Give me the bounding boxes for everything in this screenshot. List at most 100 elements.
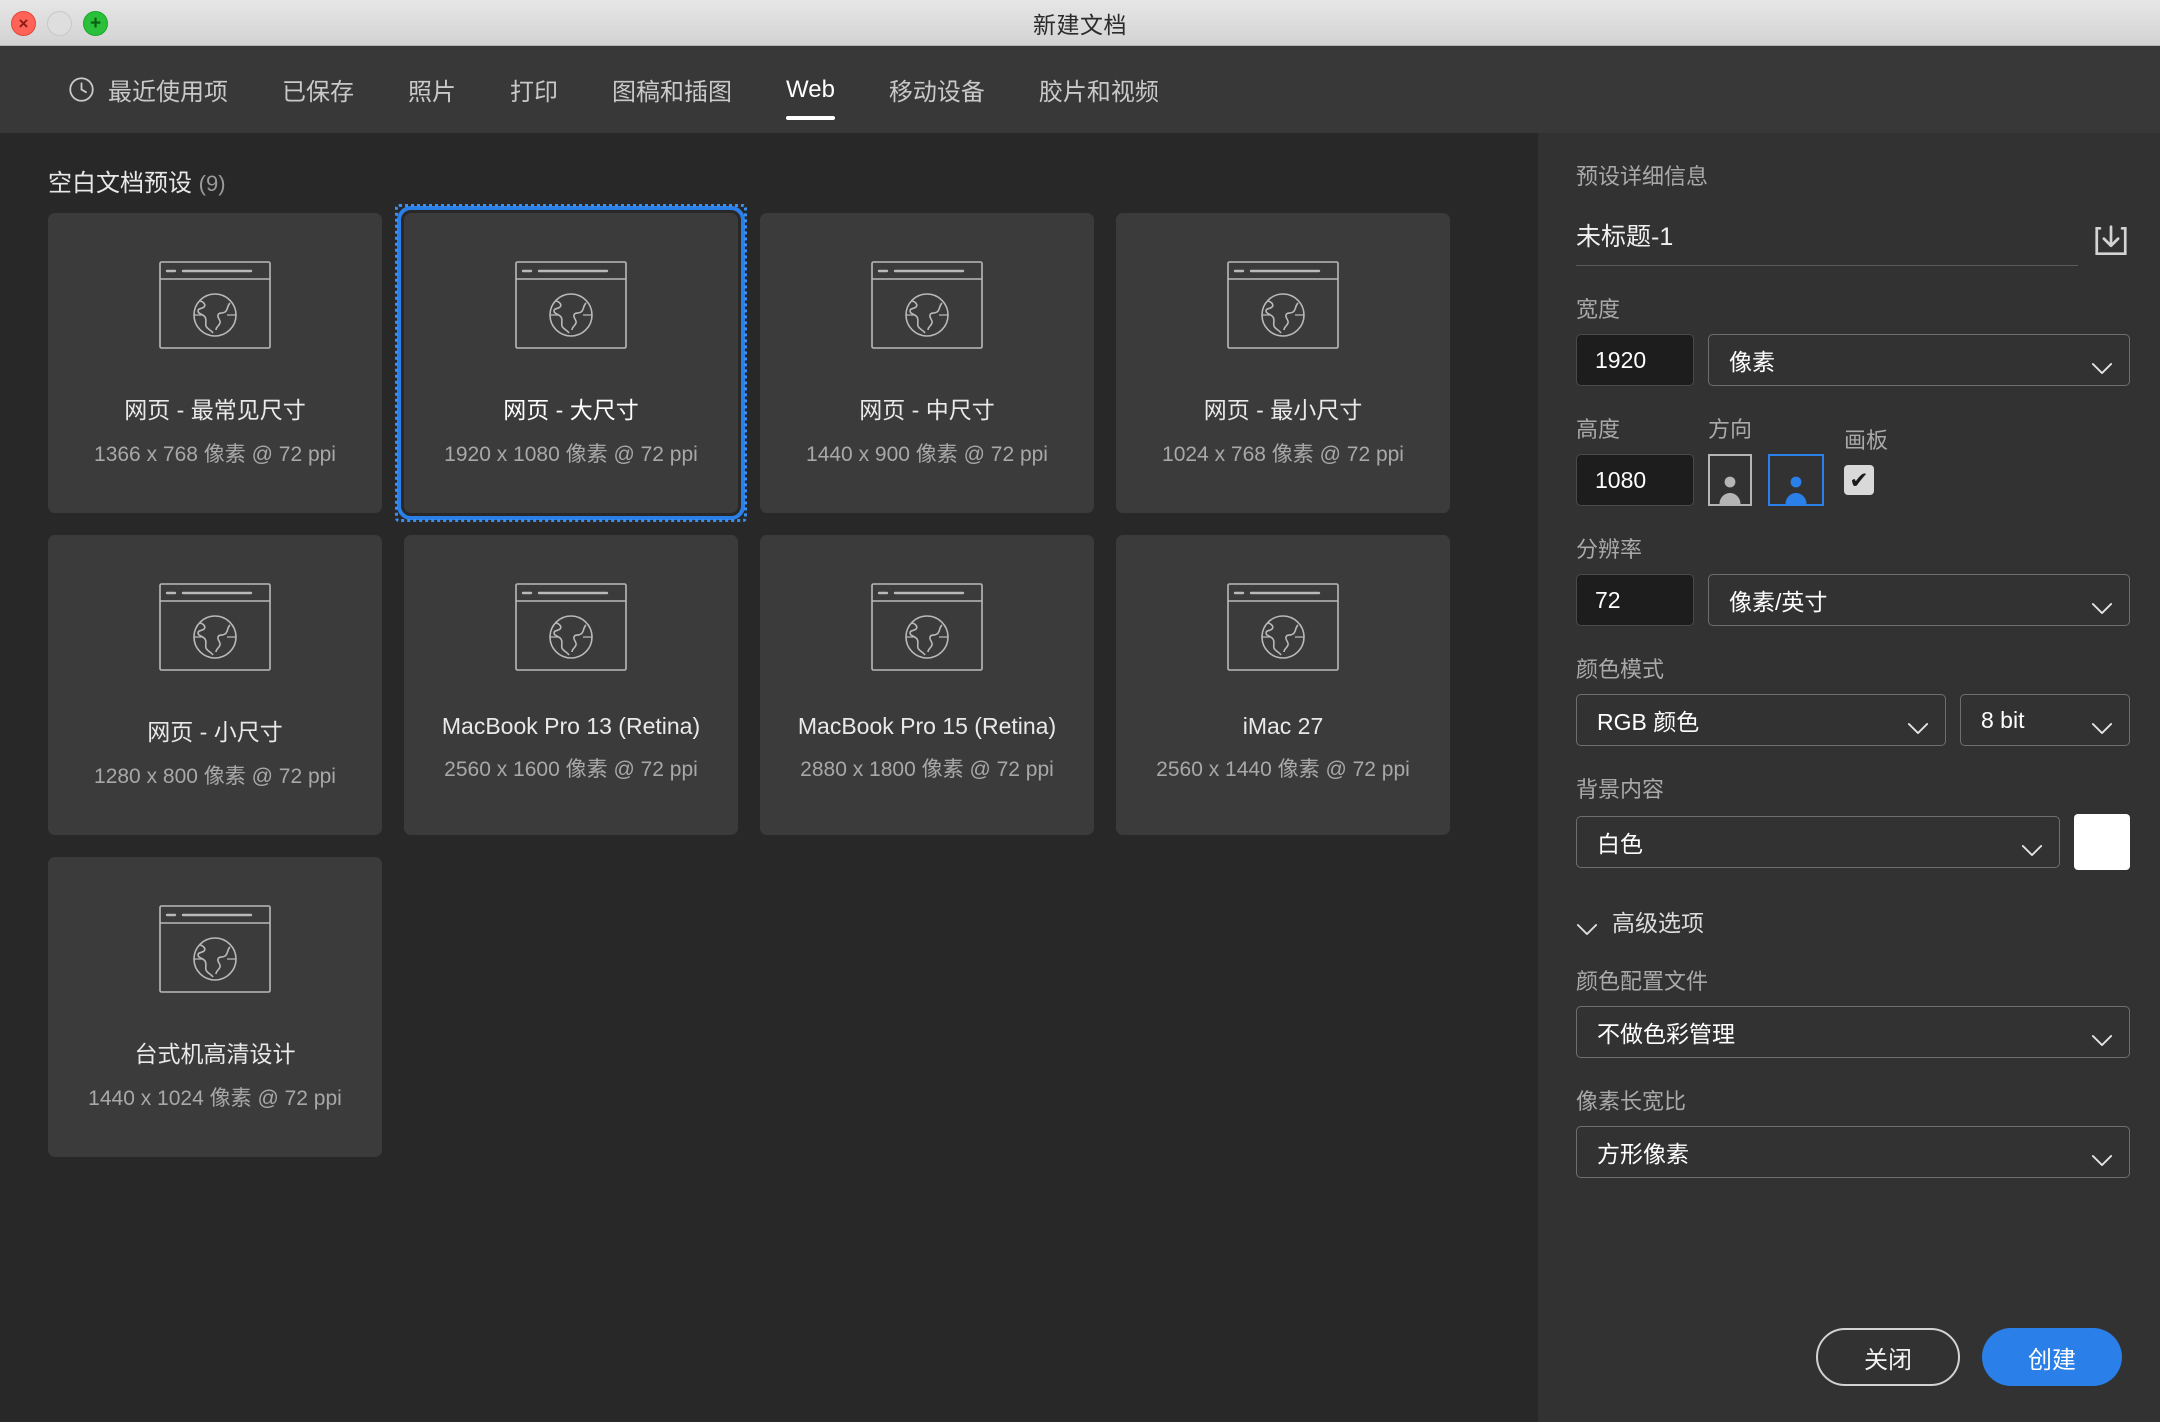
preset-card[interactable]: MacBook Pro 13 (Retina) 2560 x 1600 像素 @ … [404, 535, 738, 835]
preset-card-dimensions: 1440 x 900 像素 @ 72 ppi [806, 438, 1048, 468]
preset-browser: 空白文档预设 (9) 网页 - 最常见尺寸1366 x 768 像素 @ 72 … [0, 133, 1538, 1422]
web-page-thumbnail-icon [159, 905, 271, 993]
clock-icon [68, 76, 95, 103]
tab-active-underline [786, 116, 835, 120]
width-row: 1920 像素 [1576, 334, 2130, 386]
width-label: 宽度 [1576, 292, 2130, 324]
web-page-thumbnail-icon [159, 261, 271, 349]
background-contents-row: 白色 [1576, 814, 2130, 870]
close-button[interactable]: 关闭 [1816, 1328, 1960, 1386]
pixel-aspect-ratio-value: 方形像素 [1597, 1135, 1689, 1169]
orientation-label: 方向 [1708, 412, 1844, 444]
color-mode-row: RGB 颜色 8 bit [1576, 694, 2130, 746]
chevron-down-icon [2091, 1146, 2113, 1159]
tab-label: 照片 [408, 72, 456, 107]
bit-depth-value: 8 bit [1981, 707, 2024, 734]
portrait-icon [1716, 470, 1744, 504]
chevron-down-icon [2091, 714, 2113, 727]
tab-mobile[interactable]: 移动设备 [867, 46, 1007, 133]
tab-recent[interactable]: 最近使用项 [46, 46, 250, 133]
tab-print[interactable]: 打印 [488, 46, 580, 133]
height-label: 高度 [1576, 412, 1708, 444]
preset-card-dimensions: 2560 x 1600 像素 @ 72 ppi [444, 753, 698, 783]
tab-film-and-video[interactable]: 胶片和视频 [1017, 46, 1181, 133]
panel-footer: 关闭 创建 [1538, 1292, 2160, 1422]
web-page-thumbnail-icon [871, 583, 983, 671]
preset-card[interactable]: 网页 - 大尺寸 1920 x 1080 像素 @ 72 ppi [404, 213, 738, 513]
preset-details-panel: 预设详细信息 未标题-1 宽度 1920 像素 [1538, 133, 2160, 1422]
web-page-thumbnail-icon [1227, 261, 1339, 349]
web-page-thumbnail-icon [159, 583, 271, 671]
preset-card[interactable]: 网页 - 中尺寸1440 x 900 像素 @ 72 ppi [760, 213, 1094, 513]
chevron-down-icon [2091, 354, 2113, 367]
background-color-swatch[interactable] [2074, 814, 2130, 870]
tab-art-and-illustration[interactable]: 图稿和插图 [590, 46, 754, 133]
orientation-buttons [1708, 454, 1844, 506]
tab-label: 最近使用项 [108, 72, 228, 107]
check-icon: ✔ [1849, 469, 1868, 492]
preset-card[interactable]: 网页 - 最常见尺寸1366 x 768 像素 @ 72 ppi [48, 213, 382, 513]
window-title: 新建文档 [0, 0, 2160, 46]
bit-depth-select[interactable]: 8 bit [1960, 694, 2130, 746]
document-name-input[interactable]: 未标题-1 [1576, 217, 2078, 266]
color-profile-value: 不做色彩管理 [1597, 1015, 1735, 1049]
tab-photo[interactable]: 照片 [386, 46, 478, 133]
resolution-input[interactable]: 72 [1576, 574, 1694, 626]
preset-card-dimensions: 1440 x 1024 像素 @ 72 ppi [88, 1082, 342, 1112]
width-input[interactable]: 1920 [1576, 334, 1694, 386]
create-button[interactable]: 创建 [1982, 1328, 2122, 1386]
advanced-options-label: 高级选项 [1612, 904, 1704, 938]
height-input[interactable]: 1080 [1576, 454, 1694, 506]
background-contents-value: 白色 [1597, 825, 1643, 859]
preset-card[interactable]: 网页 - 小尺寸 1280 x 800 像素 @ 72 ppi [48, 535, 382, 835]
tab-bar: 最近使用项 已保存 照片 打印 图稿和插图 Web 移动设备 胶片和视频 [0, 46, 2160, 133]
web-page-thumbnail-icon [515, 261, 627, 349]
preset-card-dimensions: 2880 x 1800 像素 @ 72 ppi [800, 753, 1054, 783]
preset-card[interactable]: MacBook Pro 15 (Retina)2880 x 1800 像素 @ … [760, 535, 1094, 835]
chevron-down-icon [2021, 836, 2043, 849]
preset-card-name: 网页 - 小尺寸 [147, 713, 282, 747]
preset-card[interactable]: iMac 27 2560 x 1440 像素 @ 72 ppi [1116, 535, 1450, 835]
tab-web[interactable]: Web [764, 46, 857, 133]
artboard-checkbox[interactable]: ✔ [1844, 465, 1874, 495]
preset-card-dimensions: 1920 x 1080 像素 @ 72 ppi [444, 438, 698, 468]
tab-label: 移动设备 [889, 72, 985, 107]
preset-card-name: 网页 - 大尺寸 [503, 391, 638, 425]
title-bar: × + 新建文档 [0, 0, 2160, 46]
color-mode-value: RGB 颜色 [1597, 703, 1699, 737]
preset-card-name: MacBook Pro 13 (Retina) [442, 713, 700, 740]
tab-saved[interactable]: 已保存 [260, 46, 376, 133]
chevron-down-icon [2091, 1026, 2113, 1039]
resolution-label: 分辨率 [1576, 532, 2130, 564]
resolution-unit-value: 像素/英寸 [1729, 583, 1827, 617]
preset-card-name: 台式机高清设计 [135, 1035, 296, 1069]
color-profile-select[interactable]: 不做色彩管理 [1576, 1006, 2130, 1058]
preset-card[interactable]: 网页 - 最小尺寸 1024 x 768 像素 @ 72 ppi [1116, 213, 1450, 513]
portrait-orientation-button[interactable] [1708, 454, 1752, 506]
chevron-down-icon [2091, 594, 2113, 607]
blank-presets-count: (9) [199, 171, 226, 196]
tab-label: 图稿和插图 [612, 72, 732, 107]
web-page-thumbnail-icon [871, 261, 983, 349]
landscape-orientation-button[interactable] [1768, 454, 1824, 506]
height-orientation-row: 高度 1080 方向 [1576, 386, 2130, 506]
pixel-aspect-ratio-select[interactable]: 方形像素 [1576, 1126, 2130, 1178]
advanced-options-toggle[interactable]: 高级选项 [1576, 904, 2130, 938]
preset-card-name: iMac 27 [1243, 713, 1324, 740]
preset-card-dimensions: 2560 x 1440 像素 @ 72 ppi [1156, 753, 1410, 783]
tab-label: 已保存 [282, 72, 354, 107]
web-page-thumbnail-icon [1227, 583, 1339, 671]
preset-card-dimensions: 1024 x 768 像素 @ 72 ppi [1162, 438, 1404, 468]
preset-card-name: 网页 - 最小尺寸 [1204, 391, 1362, 425]
background-contents-select[interactable]: 白色 [1576, 816, 2060, 868]
chevron-down-icon [1576, 915, 1598, 928]
preset-card-dimensions: 1280 x 800 像素 @ 72 ppi [94, 760, 336, 790]
save-preset-icon[interactable] [2092, 222, 2130, 260]
resolution-unit-select[interactable]: 像素/英寸 [1708, 574, 2130, 626]
resolution-row: 72 像素/英寸 [1576, 574, 2130, 626]
width-unit-select[interactable]: 像素 [1708, 334, 2130, 386]
tab-label: Web [786, 76, 835, 104]
tab-label: 打印 [510, 72, 558, 107]
preset-card[interactable]: 台式机高清设计 1440 x 1024 像素 @ 72 ppi [48, 857, 382, 1157]
color-mode-select[interactable]: RGB 颜色 [1576, 694, 1946, 746]
